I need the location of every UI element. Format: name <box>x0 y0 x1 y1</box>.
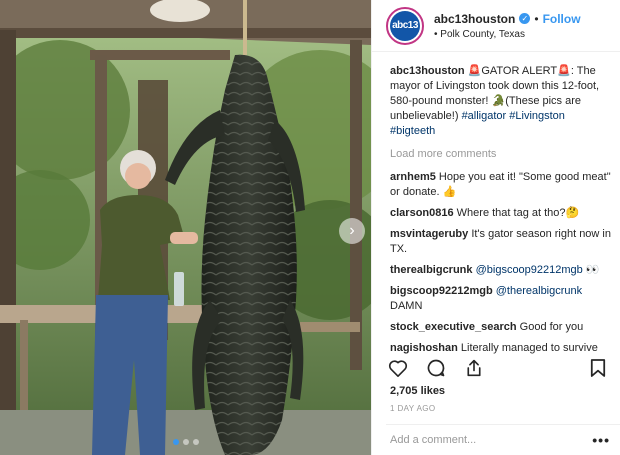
comment-author-link[interactable]: nagishoshan <box>390 342 458 354</box>
comments-list: abc13houston 🚨GATOR ALERT🚨: The mayor of… <box>390 64 612 354</box>
carousel-dot-active <box>172 439 179 445</box>
comment-author-link[interactable]: clarson0816 <box>390 207 454 219</box>
load-more-comments-button[interactable]: Load more comments <box>390 147 612 162</box>
share-upload-icon[interactable] <box>462 356 486 380</box>
comment-text: Good for you <box>519 321 584 333</box>
follow-button[interactable]: Follow <box>543 12 581 26</box>
avatar[interactable]: abc13 <box>386 6 424 45</box>
post-actions <box>386 356 612 380</box>
post-side-panel: abc13 abc13houston ✓ • Follow • Polk Cou… <box>371 0 620 455</box>
comment: therealbigcrunk @bigscoop92212mgb 👀 <box>390 263 612 278</box>
location-bullet: • <box>434 28 438 40</box>
carousel-next-button[interactable]: › <box>339 218 365 244</box>
comment: nagishoshan Literally managed to survive… <box>390 341 612 354</box>
username-link[interactable]: abc13houston <box>434 12 515 26</box>
bookmark-icon[interactable] <box>586 356 610 380</box>
add-comment-bar: ••• <box>386 424 620 455</box>
comment: bigscoop92212mgb @therealbigcrunk DAMN <box>390 284 612 314</box>
carousel-dot <box>182 439 189 445</box>
avatar-logo: abc13 <box>390 10 420 41</box>
header-user-line: abc13houston ✓ • Follow <box>434 12 581 26</box>
comment-author-link[interactable]: stock_executive_search <box>390 321 517 333</box>
likes-count[interactable]: 2,705 likes <box>390 385 445 397</box>
more-options-icon[interactable]: ••• <box>592 432 610 448</box>
post-header: abc13 abc13houston ✓ • Follow • Polk Cou… <box>372 0 620 52</box>
comment-author-link[interactable]: arnhem5 <box>390 171 436 183</box>
post-timestamp[interactable]: 1 DAY AGO <box>390 404 436 413</box>
mention-link[interactable]: @bigscoop92212mgb <box>476 264 583 276</box>
like-heart-icon[interactable] <box>386 356 410 380</box>
comment-text: DAMN <box>390 300 423 312</box>
carousel-dots <box>0 439 371 445</box>
mention-link[interactable]: @therealbigcrunk <box>496 285 582 297</box>
location-text: Polk County, Texas <box>440 28 525 40</box>
caption-author-link[interactable]: abc13houston <box>390 65 465 77</box>
verified-badge-icon: ✓ <box>519 13 531 24</box>
comment-author-link[interactable]: msvintageruby <box>390 228 468 240</box>
comment-author-link[interactable]: bigscoop92212mgb <box>390 285 493 297</box>
comment: clarson0816 Where that tag at tho?🤔 <box>390 206 612 221</box>
comment-author-link[interactable]: therealbigcrunk <box>390 264 473 276</box>
hashtag-link[interactable]: #alligator <box>462 110 507 122</box>
separator: • <box>534 11 539 26</box>
comment-text: Where that tag at tho?🤔 <box>456 207 580 219</box>
comment: stock_executive_search Good for you <box>390 320 612 335</box>
add-comment-input[interactable] <box>390 434 593 446</box>
location-link[interactable]: • Polk County, Texas <box>434 29 581 40</box>
comment-emoji: 👀 <box>582 264 600 276</box>
comment: msvintageruby It's gator season right no… <box>390 227 612 257</box>
caption: abc13houston 🚨GATOR ALERT🚨: The mayor of… <box>390 64 612 139</box>
hashtag-link[interactable]: #bigteeth <box>390 125 435 137</box>
comment-bubble-icon[interactable] <box>424 356 448 380</box>
carousel-dot <box>192 439 199 445</box>
post-photo[interactable]: › <box>0 0 371 455</box>
post-header-text: abc13houston ✓ • Follow • Polk County, T… <box>434 12 581 40</box>
alligator-photo-illustration <box>0 0 371 455</box>
comment: arnhem5 Hope you eat it! "Some good meat… <box>390 170 612 200</box>
hashtag-link[interactable]: #Livingston <box>509 110 565 122</box>
